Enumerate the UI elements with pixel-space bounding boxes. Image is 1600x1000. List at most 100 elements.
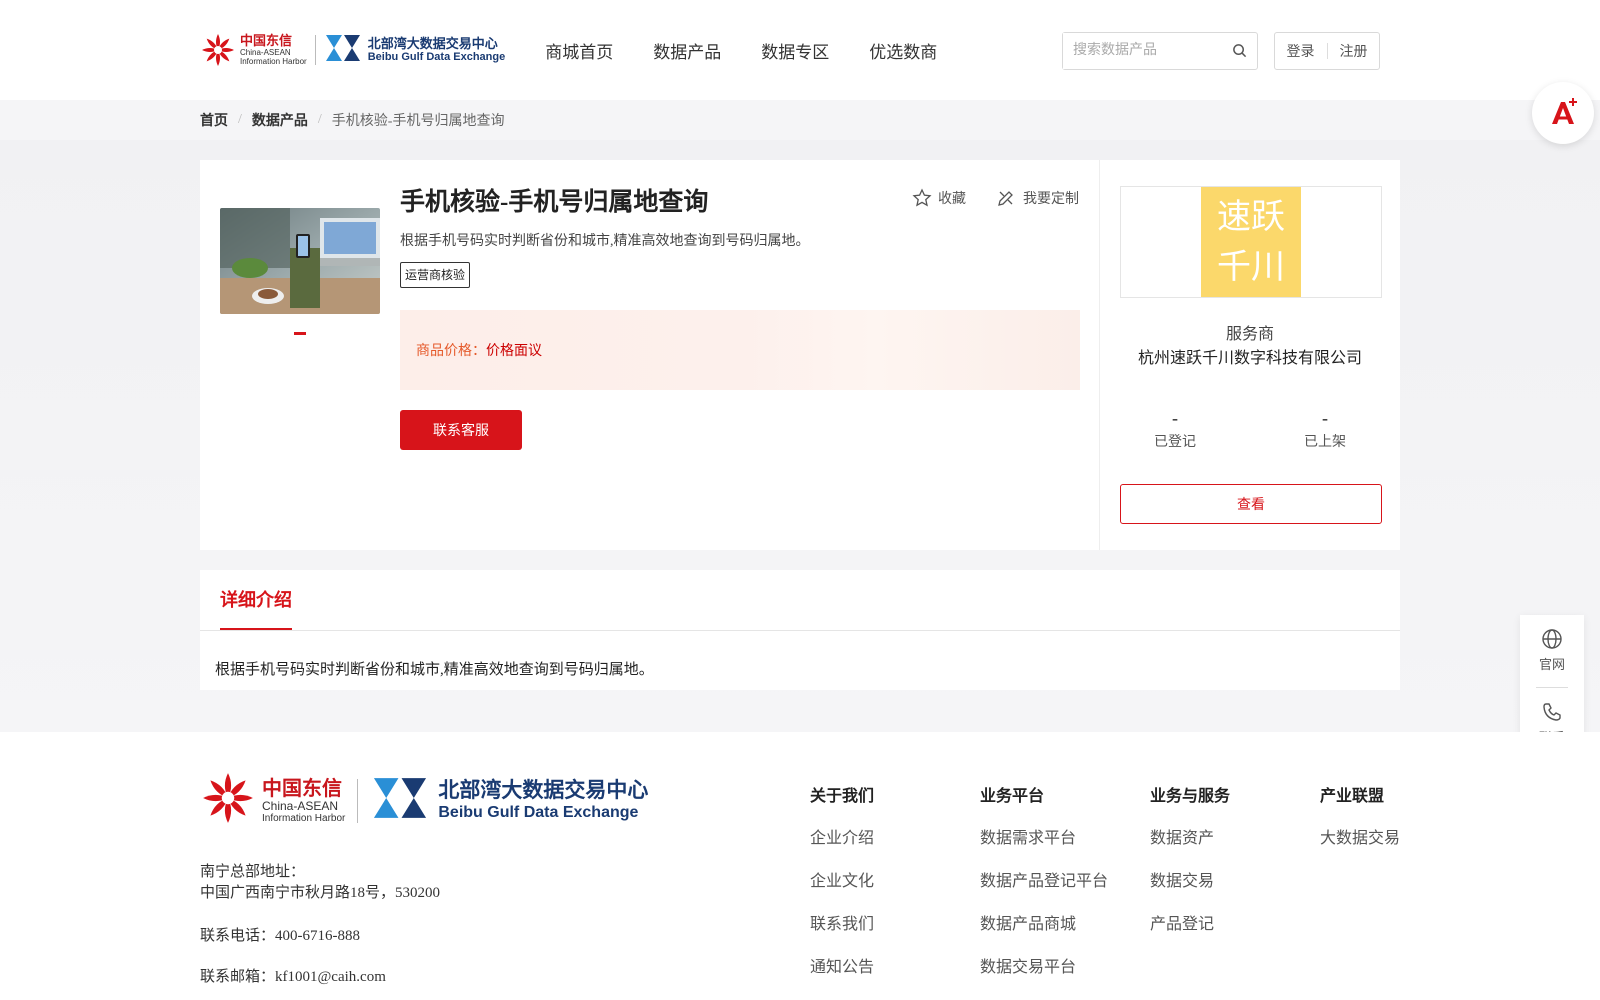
price-value: 价格面议 (486, 344, 542, 359)
breadcrumb: 首页 / 数据产品 / 手机核验-手机号归属地查询 (200, 100, 1400, 140)
footer-logo2-en: Beibu Gulf Data Exchange (438, 804, 639, 821)
customize-button[interactable]: 我要定制 (996, 188, 1079, 208)
side-website-label: 官网 (1538, 657, 1565, 673)
footer-address: 南宁总部地址： 中国广西南宁市秋月路18号，530200 (200, 862, 440, 904)
star-icon (912, 188, 932, 207)
floating-assistant-button[interactable] (1532, 82, 1594, 144)
product-info: 手机核验-手机号归属地查询 收藏 我要定制 根据手机号码实时判断省份和城市,精准… (200, 160, 1100, 550)
stat-label: 已登记 (1154, 435, 1196, 450)
nav-item-preferred-vendors[interactable]: 优选数商 (869, 38, 937, 63)
stat-listed: - 已上架 (1275, 408, 1375, 451)
footer-logo-cn: 中国东信 (262, 777, 342, 800)
auth-box: 登录 注册 (1274, 32, 1380, 70)
detail-section: 详细介绍 根据手机号码实时判断省份和城市,精准高效地查询到号码归属地。 (200, 570, 1400, 690)
side-website-button[interactable]: 官网 (1539, 615, 1565, 687)
logo2-en-text: Beibu Gulf Data Exchange (367, 51, 506, 63)
tab-detail[interactable]: 详细介绍 (220, 570, 292, 630)
footer-logo: 中国东信 China-ASEAN Information Harbor 北部湾大… (200, 770, 648, 831)
login-link[interactable]: 登录 (1287, 41, 1315, 61)
footer-link[interactable]: 企业介绍 (810, 824, 874, 848)
content-area: 手机核验-手机号归属地查询 收藏 我要定制 根据手机号码实时判断省份和城市,精准… (0, 140, 1600, 732)
nav-item-data-zone[interactable]: 数据专区 (761, 38, 829, 63)
register-link[interactable]: 注册 (1340, 41, 1368, 61)
logo2-cn-text: 北部湾大数据交易中心 (367, 36, 498, 51)
footer-link[interactable]: 数据产品商城 (980, 910, 1108, 934)
favorite-label: 收藏 (938, 192, 966, 207)
breadcrumb-current: 手机核验-手机号归属地查询 (331, 114, 505, 129)
stat-registered: - 已登记 (1125, 408, 1225, 451)
main-nav: 商城首页 数据产品 数据专区 优选数商 (545, 38, 977, 63)
footer-phone: 联系电话：400-6716-888 (200, 928, 360, 944)
breadcrumb-data-products[interactable]: 数据产品 (252, 110, 308, 130)
breadcrumb-separator: / (238, 112, 242, 127)
favorite-button[interactable]: 收藏 (912, 188, 966, 208)
footer-link[interactable]: 数据交易 (1150, 867, 1230, 891)
breadcrumb-separator: / (317, 112, 322, 127)
provider-role: 服务商 (1225, 326, 1274, 343)
logo-divider (314, 35, 316, 65)
edit-icon (998, 191, 1013, 206)
detail-text: 根据手机号码实时判断省份和城市,精准高效地查询到号码归属地。 (215, 662, 654, 678)
footer-logo-en-2: Information Harbor (262, 812, 346, 824)
footer-col-alliance: 产业联盟 大数据交易 (1320, 782, 1400, 867)
product-description: 根据手机号码实时判断省份和城市,精准高效地查询到号码归属地。 (400, 234, 810, 249)
divider (200, 630, 1400, 631)
footer-link[interactable]: 通知公告 (810, 953, 874, 977)
product-title: 手机核验-手机号归属地查询 (400, 189, 709, 216)
footer-link[interactable]: 数据资产 (1150, 824, 1230, 848)
logo-en-text-2: Information Harbor (240, 57, 307, 66)
site-logo[interactable]: 中国东信 China-ASEAN Information Harbor 北部湾大… (200, 32, 505, 68)
breadcrumb-home[interactable]: 首页 (200, 110, 228, 130)
footer-email: 联系邮箱：kf1001@caih.com (200, 969, 386, 985)
price-box: 商品价格： 价格面议 (400, 310, 1080, 390)
footer-col-services: 业务与服务 数据资产 数据交易 产品登记 (1150, 782, 1230, 953)
search-box (1062, 32, 1258, 70)
customize-label: 我要定制 (1023, 192, 1079, 207)
nav-item-data-products[interactable]: 数据产品 (653, 38, 721, 63)
globe-icon (1542, 629, 1562, 649)
footer-col-title: 业务平台 (980, 788, 1045, 805)
provider-logo-line2: 千川 (1217, 247, 1285, 287)
provider-panel: 速跃 千川 服务商 杭州速跃千川数字科技有限公司 - 已登记 - 已上架 查看 (1100, 160, 1400, 550)
stat-label: 已上架 (1304, 435, 1346, 450)
footer-link[interactable]: 联系我们 (810, 910, 874, 934)
view-provider-button[interactable]: 查看 (1120, 484, 1382, 524)
beibu-logo-icon (324, 33, 362, 68)
search-icon[interactable] (1232, 43, 1247, 63)
footer-link[interactable]: 数据需求平台 (980, 824, 1108, 848)
china-asean-logo-icon (200, 32, 236, 68)
footer-link[interactable]: 数据产品登记平台 (980, 867, 1108, 891)
main-area: 首页 / 数据产品 / 手机核验-手机号归属地查询 手机核验-手机号归属地查询 … (0, 100, 1600, 732)
product-image (220, 208, 380, 314)
search-input[interactable] (1063, 33, 1223, 69)
china-asean-logo-icon (200, 770, 256, 831)
product-tag[interactable]: 运营商核验 (400, 262, 471, 288)
carousel-indicator[interactable] (294, 332, 306, 335)
footer-col-title: 产业联盟 (1320, 788, 1385, 805)
stat-value: - (1172, 408, 1178, 428)
footer-logo-en: China-ASEAN (262, 798, 339, 813)
address-value: 中国广西南宁市秋月路18号，530200 (200, 885, 441, 901)
footer-col-about: 关于我们 企业介绍 企业文化 联系我们 通知公告 (810, 782, 874, 996)
footer-link[interactable]: 企业文化 (810, 867, 874, 891)
auth-divider (1326, 43, 1328, 59)
assistant-icon (1552, 98, 1577, 124)
footer-link[interactable]: 大数据交易 (1320, 824, 1400, 848)
beibu-logo-icon (370, 775, 430, 826)
product-card: 手机核验-手机号归属地查询 收藏 我要定制 根据手机号码实时判断省份和城市,精准… (200, 160, 1400, 550)
stat-value: - (1322, 408, 1328, 428)
provider-name: 杭州速跃千川数字科技有限公司 (1137, 350, 1362, 367)
price-label: 商品价格： (416, 344, 486, 359)
logo-cn-text: 中国东信 (240, 33, 293, 48)
footer-link[interactable]: 产品登记 (1150, 910, 1230, 934)
address-label: 南宁总部地址： (200, 864, 306, 880)
footer-col-platform: 业务平台 数据需求平台 数据产品登记平台 数据产品商城 数据交易平台 (980, 782, 1108, 996)
logo-en-text: China-ASEAN (240, 48, 291, 57)
contact-service-button[interactable]: 联系客服 (400, 410, 522, 450)
footer-col-title: 业务与服务 (1150, 788, 1231, 805)
footer: 中国东信 China-ASEAN Information Harbor 北部湾大… (0, 732, 1600, 1000)
footer-link[interactable]: 数据交易平台 (980, 953, 1108, 977)
nav-item-mall-home[interactable]: 商城首页 (545, 38, 613, 63)
footer-col-title: 关于我们 (810, 788, 875, 805)
header: 中国东信 China-ASEAN Information Harbor 北部湾大… (0, 0, 1600, 100)
